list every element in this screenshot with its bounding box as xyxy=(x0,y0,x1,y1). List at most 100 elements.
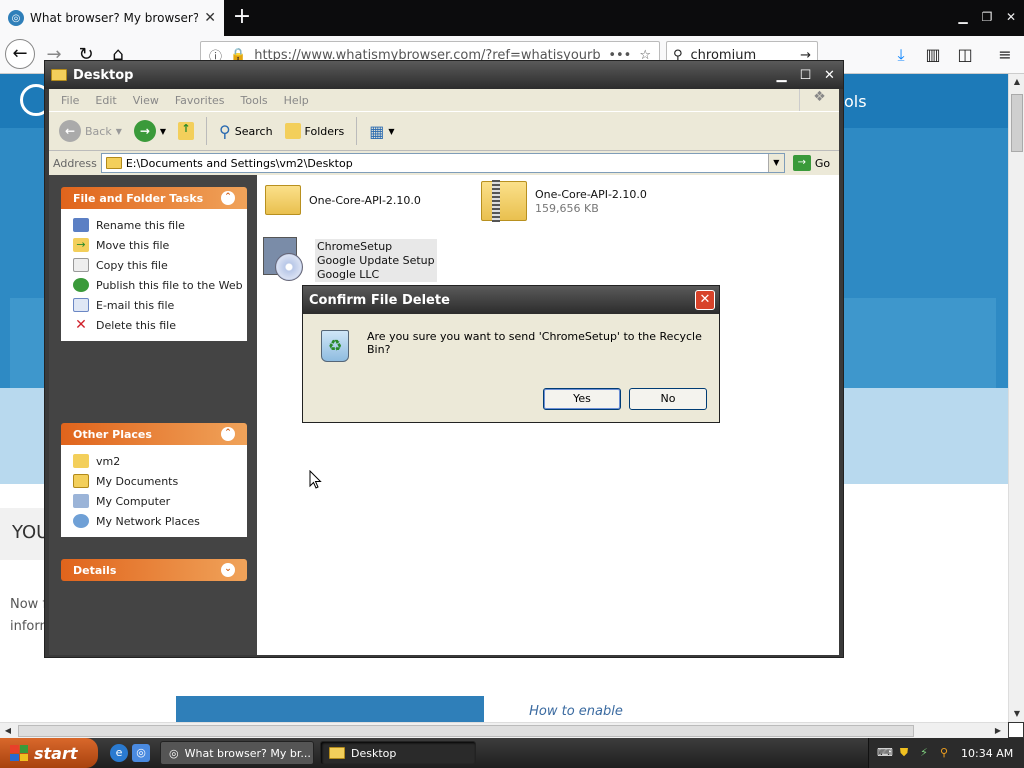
file-description: Google Update Setup xyxy=(317,253,435,267)
file-folder-tasks-header[interactable]: File and Folder Tasks ⌃ xyxy=(61,187,247,209)
details-panel: Details ⌄ xyxy=(61,559,247,581)
menu-view[interactable]: View xyxy=(125,94,167,107)
restore-icon[interactable]: ❐ xyxy=(976,6,998,28)
file-item-folder[interactable]: One-Core-API-2.10.0 xyxy=(265,185,421,215)
place-my-documents[interactable]: My Documents xyxy=(73,471,247,491)
other-places-panel: Other Places ⌃ vm2 My Documents My Compu… xyxy=(61,423,247,537)
task-copy-file[interactable]: Copy this file xyxy=(73,255,247,275)
keyboard-icon[interactable]: ⌨ xyxy=(877,746,893,760)
scroll-left-icon[interactable]: ◀ xyxy=(0,723,16,739)
search-button[interactable]: ⚲ Search xyxy=(215,116,277,146)
browser-tab[interactable]: ◎ What browser? My browser? Is my ✕ xyxy=(0,0,224,36)
place-label: My Computer xyxy=(96,494,171,508)
security-shield-icon[interactable]: ⛊ xyxy=(897,746,911,760)
file-item-zip[interactable]: One-Core-API-2.10.0 159,656 KB xyxy=(481,180,647,222)
taskbar-browser-button[interactable]: ◎ What browser? My br... xyxy=(160,741,314,765)
horizontal-scrollbar[interactable]: ◀ ▶ xyxy=(0,722,1008,738)
sidebar-icon[interactable]: ◫ xyxy=(954,45,976,67)
address-field[interactable]: E:\Documents and Settings\vm2\Desktop ▼ xyxy=(100,153,785,173)
place-my-computer[interactable]: My Computer xyxy=(73,491,247,511)
downloads-icon[interactable]: ⤓ xyxy=(890,45,912,67)
browser-task-icon: ◎ xyxy=(169,746,179,760)
collapse-chevron-icon[interactable]: ⌃ xyxy=(221,191,235,205)
library-icon[interactable]: ▥ xyxy=(922,45,944,67)
task-email-file[interactable]: E-mail this file xyxy=(73,295,247,315)
back-button[interactable]: ← xyxy=(5,39,35,69)
browser-tab-bar: ◎ What browser? My browser? Is my ✕ + ▁ … xyxy=(0,0,1024,36)
close-window-icon[interactable]: ✕ xyxy=(1000,6,1022,28)
explorer-title-bar[interactable]: Desktop ▁ ☐ ✕ xyxy=(45,61,843,89)
file-item-chromesetup[interactable]: ChromeSetup Google Update Setup Google L… xyxy=(263,237,437,283)
dialog-close-icon[interactable]: ✕ xyxy=(695,290,715,310)
place-network-places[interactable]: My Network Places xyxy=(73,511,247,531)
vertical-scrollbar[interactable]: ▲ ▼ xyxy=(1008,74,1024,722)
menu-icon[interactable]: ≡ xyxy=(994,45,1016,67)
chevron-down-icon[interactable]: ▼ xyxy=(160,127,166,136)
scroll-thumb[interactable] xyxy=(1011,94,1023,152)
task-label: Copy this file xyxy=(96,258,168,272)
back-button[interactable]: ← Back ▼ xyxy=(55,116,126,146)
details-header[interactable]: Details ⌄ xyxy=(61,559,247,581)
folders-button[interactable]: Folders xyxy=(281,116,349,146)
task-delete-file[interactable]: ✕ Delete this file xyxy=(73,315,247,335)
task-label: Desktop xyxy=(351,746,397,760)
other-places-header[interactable]: Other Places ⌃ xyxy=(61,423,247,445)
menu-help[interactable]: Help xyxy=(276,94,317,107)
minimize-icon[interactable]: ▁ xyxy=(771,65,792,86)
magnifier-icon: ⚲ xyxy=(219,121,231,141)
folder-icon xyxy=(265,185,301,215)
scroll-right-icon[interactable]: ▶ xyxy=(990,723,1006,739)
site-tools-link[interactable]: ols xyxy=(844,92,867,111)
scroll-down-icon[interactable]: ▼ xyxy=(1009,706,1024,722)
place-label: My Network Places xyxy=(96,514,200,528)
expand-chevron-icon[interactable]: ⌄ xyxy=(221,563,235,577)
network-tray-icon[interactable]: ⚡ xyxy=(917,746,931,760)
collapse-chevron-icon[interactable]: ⌃ xyxy=(221,427,235,441)
page-card[interactable] xyxy=(176,696,484,722)
search-tray-icon[interactable]: ⚲ xyxy=(937,746,951,760)
start-button[interactable]: start xyxy=(0,738,98,768)
taskbar-desktop-button[interactable]: Desktop xyxy=(320,741,476,765)
back-label: Back xyxy=(85,124,112,138)
task-move-file[interactable]: → Move this file xyxy=(73,235,247,255)
minimize-icon[interactable]: ▁ xyxy=(952,6,974,28)
internet-explorer-icon[interactable]: e xyxy=(110,744,128,762)
back-arrow-icon: ← xyxy=(59,120,81,142)
place-vm2[interactable]: vm2 xyxy=(73,451,247,471)
dialog-title-bar[interactable]: Confirm File Delete xyxy=(303,286,719,314)
task-publish-web[interactable]: Publish this file to the Web xyxy=(73,275,247,295)
folder-icon xyxy=(329,747,345,759)
yes-button[interactable]: Yes xyxy=(543,388,621,410)
computer-icon xyxy=(73,494,89,508)
folders-icon xyxy=(284,123,301,139)
go-label: Go xyxy=(814,156,831,170)
views-button[interactable]: ▦ ▼ xyxy=(365,116,398,146)
chevron-down-icon[interactable]: ▼ xyxy=(388,127,394,136)
menu-tools[interactable]: Tools xyxy=(233,94,276,107)
close-icon[interactable]: ✕ xyxy=(819,65,840,86)
new-tab-button[interactable]: + xyxy=(228,4,256,32)
rename-icon xyxy=(73,218,89,232)
up-folder-button[interactable]: ↑ xyxy=(174,116,198,146)
forward-button[interactable]: → ▼ xyxy=(130,116,170,146)
installer-icon xyxy=(263,237,307,283)
address-dropdown-icon[interactable]: ▼ xyxy=(767,154,784,172)
taskbar: start e ◎ ◎ What browser? My br... Deskt… xyxy=(0,738,1024,768)
scroll-corner xyxy=(1008,722,1024,738)
clock[interactable]: 10:34 AM xyxy=(961,747,1013,760)
forward-arrow-icon: → xyxy=(133,120,156,142)
close-tab-icon[interactable]: ✕ xyxy=(204,10,216,26)
how-to-enable-link[interactable]: How to enable xyxy=(496,704,656,719)
menu-edit[interactable]: Edit xyxy=(87,94,124,107)
no-button[interactable]: No xyxy=(629,388,707,410)
task-label: Publish this file to the Web xyxy=(96,278,243,292)
quick-launch-icon[interactable]: ◎ xyxy=(132,744,150,762)
go-button[interactable]: → Go xyxy=(792,155,831,171)
maximize-icon[interactable]: ☐ xyxy=(795,65,816,86)
task-rename-file[interactable]: Rename this file xyxy=(73,215,247,235)
hscroll-thumb[interactable] xyxy=(18,725,914,737)
menu-favorites[interactable]: Favorites xyxy=(167,94,233,107)
chevron-down-icon[interactable]: ▼ xyxy=(116,127,122,136)
scroll-up-icon[interactable]: ▲ xyxy=(1009,74,1024,90)
menu-file[interactable]: File xyxy=(53,94,87,107)
